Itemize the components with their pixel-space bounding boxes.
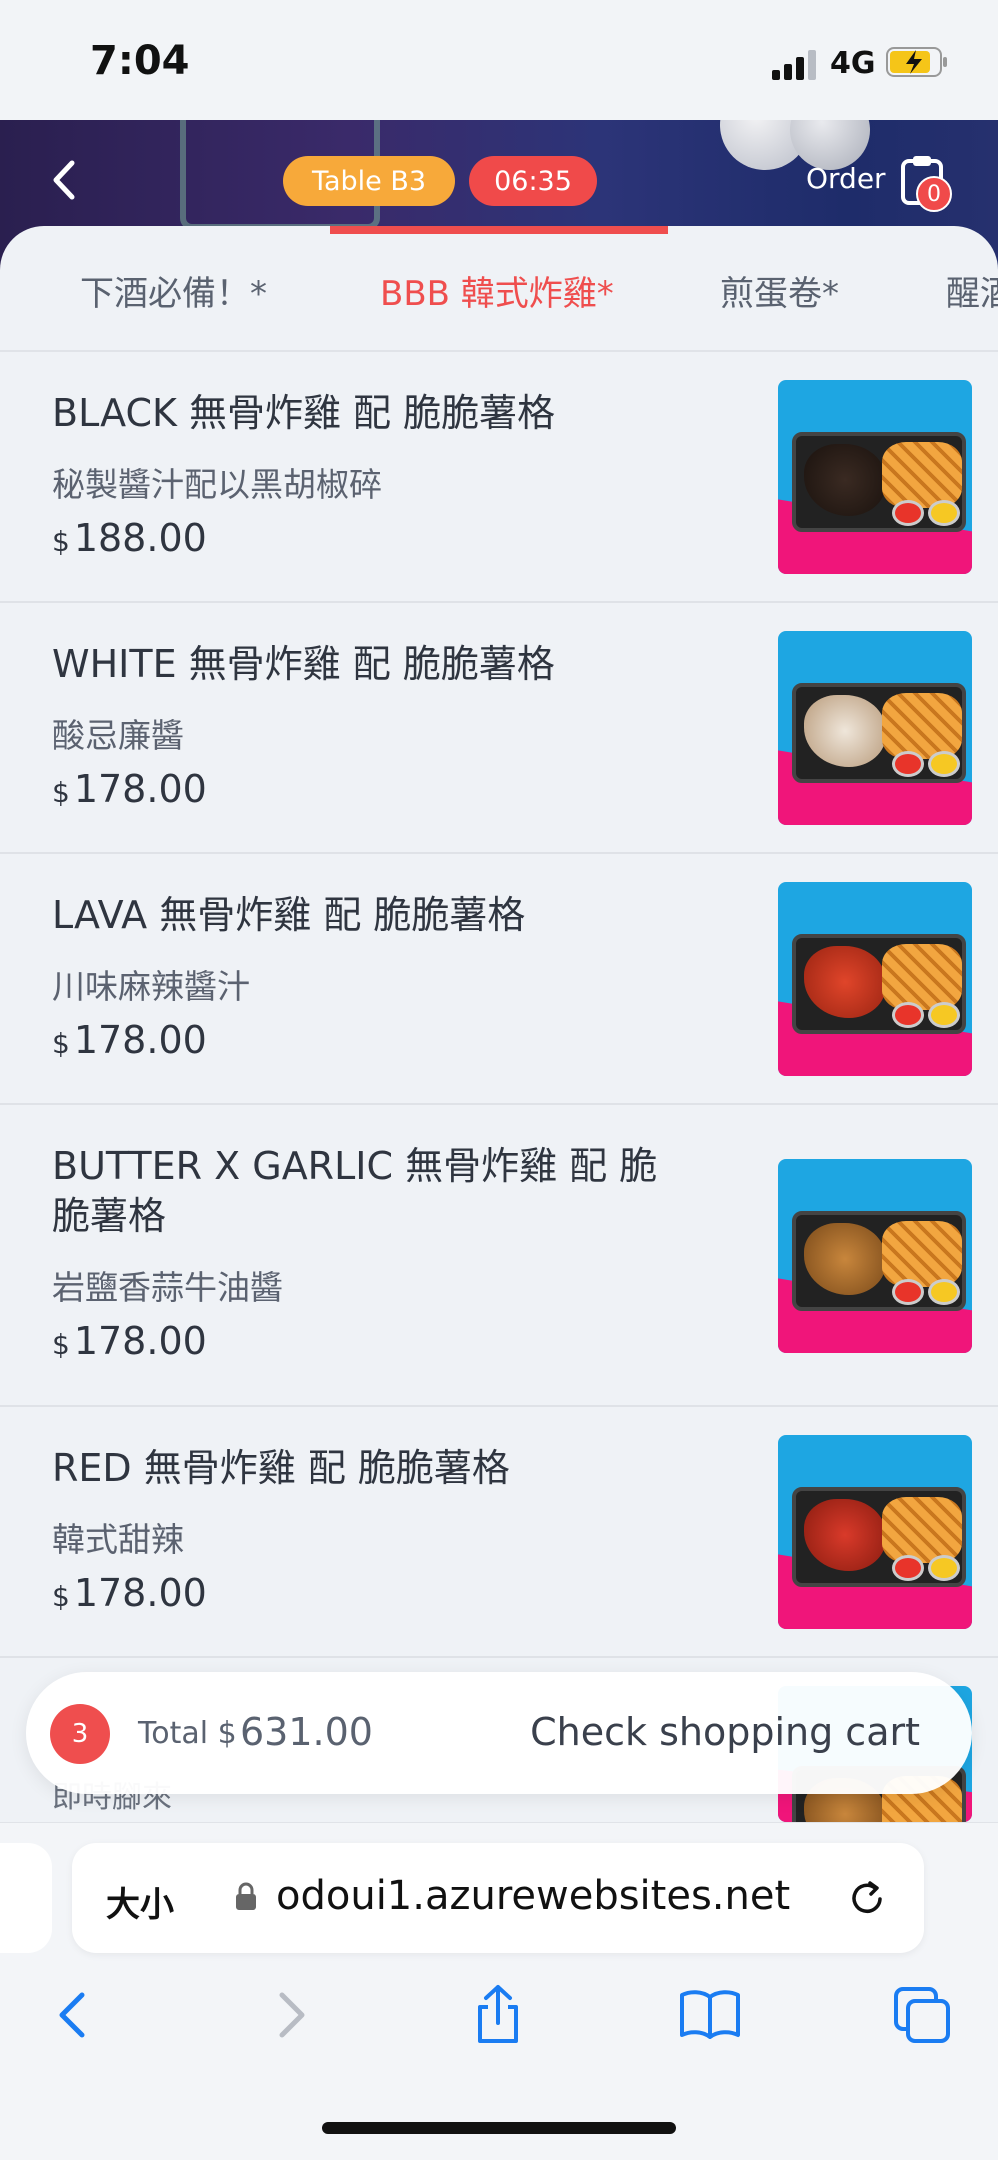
cart-count-badge: 3	[50, 1704, 110, 1764]
tab-hangover[interactable]: 醒酒	[946, 266, 998, 315]
order-label[interactable]: Order	[806, 162, 886, 195]
item-description: 秘製醬汁配以黑胡椒碎	[52, 465, 382, 504]
menu-item[interactable]: RED 無骨炸雞 配 脆脆薯格 韓式甜辣 $178.00	[0, 1407, 998, 1658]
menu-list: BLACK 無骨炸雞 配 脆脆薯格 秘製醬汁配以黑胡椒碎 $188.00 WHI…	[0, 352, 998, 1658]
cart-total-label: Total $	[138, 1716, 237, 1751]
text-size-button[interactable]: 大小	[106, 1877, 174, 1926]
tab-drinking-snacks[interactable]: 下酒必備！*	[80, 266, 267, 315]
item-description: 酸忌廉醬	[52, 716, 184, 755]
address-bar[interactable]: 大小 odoui1.azurewebsites.net	[72, 1843, 924, 1953]
timer-badge: 06:35	[469, 156, 597, 206]
food-photo[interactable]	[778, 1159, 972, 1353]
item-price: $178.00	[52, 1571, 207, 1615]
item-description: 川味麻辣醬汁	[52, 967, 250, 1006]
order-count-badge: 0	[916, 176, 952, 212]
active-tab-indicator	[330, 226, 668, 234]
lock-icon	[236, 1882, 256, 1910]
status-time: 7:04	[90, 38, 190, 84]
tab-omelette[interactable]: 煎蛋卷*	[720, 266, 839, 315]
previous-tab-preview[interactable]	[0, 1843, 52, 1953]
item-name: LAVA 無骨炸雞 配 脆脆薯格	[52, 893, 526, 937]
network-type: 4G	[830, 46, 876, 81]
url-text[interactable]: odoui1.azurewebsites.net	[276, 1873, 790, 1919]
signal-icon	[772, 48, 816, 80]
check-shopping-cart-button[interactable]: Check shopping cart	[530, 1710, 920, 1754]
item-price: $178.00	[52, 1018, 207, 1062]
menu-item[interactable]: BLACK 無骨炸雞 配 脆脆薯格 秘製醬汁配以黑胡椒碎 $188.00	[0, 352, 998, 603]
menu-item[interactable]: LAVA 無骨炸雞 配 脆脆薯格 川味麻辣醬汁 $178.00	[0, 854, 998, 1105]
tab-korean-fried-chicken[interactable]: BBB 韓式炸雞*	[380, 266, 614, 315]
browser-toolbar: 大小 odoui1.azurewebsites.net	[0, 1822, 998, 2160]
food-photo[interactable]	[778, 1435, 972, 1629]
tabs-icon[interactable]	[890, 1983, 954, 2047]
battery-charging-icon	[886, 47, 947, 77]
food-photo[interactable]	[778, 380, 972, 574]
item-name: BLACK 無骨炸雞 配 脆脆薯格	[52, 391, 556, 435]
food-photo[interactable]	[778, 631, 972, 825]
shopping-cart-bar[interactable]: 3 Total $ 631.00 Check shopping cart	[26, 1672, 972, 1794]
item-name: WHITE 無骨炸雞 配 脆脆薯格	[52, 642, 555, 686]
browser-forward-icon[interactable]	[258, 1983, 322, 2047]
home-indicator	[322, 2122, 676, 2134]
browser-back-icon[interactable]	[42, 1983, 106, 2047]
menu-item[interactable]: BUTTER X GARLIC 無骨炸雞 配 脆脆薯格 岩鹽香蒜牛油醬 $178…	[0, 1105, 998, 1407]
table-badge: Table B3	[283, 156, 455, 206]
item-price: $178.00	[52, 1319, 207, 1363]
share-icon[interactable]	[466, 1983, 530, 2047]
item-name: RED 無骨炸雞 配 脆脆薯格	[52, 1446, 510, 1490]
cart-total-value: 631.00	[240, 1710, 373, 1754]
menu-item[interactable]: WHITE 無骨炸雞 配 脆脆薯格 酸忌廉醬 $178.00	[0, 603, 998, 854]
item-name: BUTTER X GARLIC 無骨炸雞 配 脆脆薯格	[52, 1144, 658, 1238]
item-description: 岩鹽香蒜牛油醬	[52, 1268, 283, 1307]
category-tabs: 下酒必備！* BBB 韓式炸雞* 煎蛋卷* 醒酒	[0, 226, 998, 352]
bookmarks-icon[interactable]	[678, 1983, 742, 2047]
back-arrow-icon[interactable]	[40, 155, 90, 205]
reload-icon[interactable]	[844, 1875, 890, 1921]
item-price: $188.00	[52, 516, 207, 560]
food-photo[interactable]	[778, 882, 972, 1076]
item-price: $178.00	[52, 767, 207, 811]
item-description: 韓式甜辣	[52, 1520, 184, 1559]
status-bar: 7:04 4G	[0, 0, 998, 120]
